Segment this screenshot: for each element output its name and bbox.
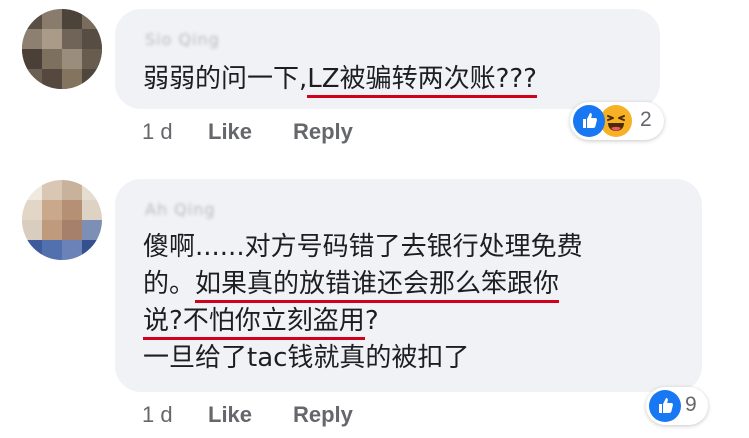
reaction-summary[interactable]: 2	[570, 102, 664, 140]
reaction-count: 2	[640, 108, 652, 131]
text-segment: 一旦给了tac钱就真的被扣了	[143, 343, 470, 373]
avatar[interactable]	[22, 180, 102, 260]
comment-text-line: 一旦给了tac钱就真的被扣了	[143, 342, 469, 374]
comment-author[interactable]: Sio Qing	[145, 30, 220, 49]
reply-button[interactable]: Reply	[293, 119, 353, 145]
text-segment: ?	[364, 306, 379, 336]
like-icon	[573, 105, 605, 137]
reaction-count: 9	[685, 393, 697, 416]
underlined-text-segment: LZ被骗转两次账???	[307, 64, 537, 98]
comment-bubble: Sio Qing 弱弱的问一下,LZ被骗转两次账???	[115, 9, 660, 109]
underlined-text-segment: 说?不怕你立刻盗用	[143, 306, 365, 340]
comment-text-line: 弱弱的问一下,LZ被骗转两次账???	[143, 63, 537, 98]
reply-button[interactable]: Reply	[293, 402, 353, 428]
underlined-text-segment: 如果真的放错谁还会那么笨跟你	[195, 269, 560, 303]
comment-text-line: 傻啊......对方号码错了去银行处理免费	[143, 231, 583, 263]
reaction-summary[interactable]: 9	[646, 387, 708, 425]
text-segment: 傻啊......对方号码错了去银行处理免费	[143, 232, 583, 262]
comment-bubble: Ah Qing 傻啊......对方号码错了去银行处理免费 的。如果真的放错谁还…	[115, 179, 702, 392]
like-button[interactable]: Like	[208, 402, 252, 428]
comment-age[interactable]: 1 d	[142, 402, 173, 428]
text-segment: 的。	[143, 269, 196, 299]
comment-age[interactable]: 1 d	[142, 119, 173, 145]
comment-thread: Sio Qing 弱弱的问一下,LZ被骗转两次账??? 1 d Like Rep…	[0, 0, 749, 438]
like-icon	[649, 390, 681, 422]
comment-text-line: 的。如果真的放错谁还会那么笨跟你	[143, 268, 560, 303]
comment-author[interactable]: Ah Qing	[145, 200, 216, 219]
text-segment: 弱弱的问一下,	[143, 64, 308, 94]
like-button[interactable]: Like	[208, 119, 252, 145]
comment-text-line: 说?不怕你立刻盗用?	[143, 305, 379, 340]
avatar[interactable]	[22, 9, 102, 89]
